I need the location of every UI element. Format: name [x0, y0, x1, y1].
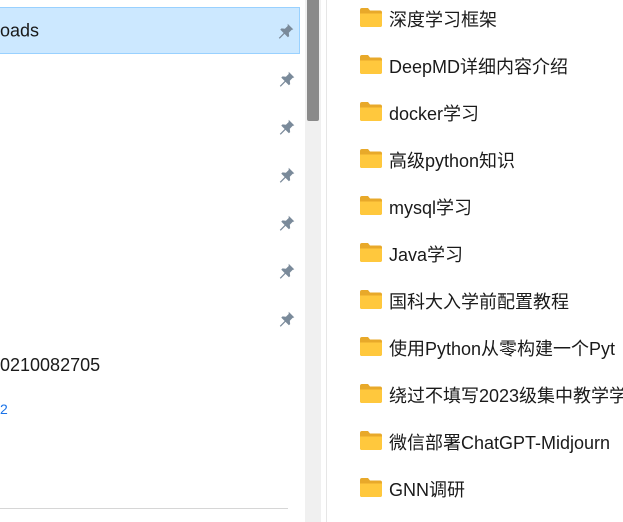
- folder-name: GNN调研: [389, 479, 465, 500]
- pin-icon[interactable]: [278, 118, 296, 136]
- nav-item-label: oads: [0, 20, 40, 40]
- folder-icon: [360, 8, 382, 27]
- folder-icon: [360, 149, 382, 168]
- nav-item-pinned[interactable]: [0, 151, 300, 198]
- folder-name: 绕过不填写2023级集中教学学: [389, 385, 623, 406]
- nav-item-pinned[interactable]: [0, 247, 300, 294]
- pin-icon[interactable]: [278, 70, 296, 88]
- folder-icon: [360, 55, 382, 74]
- folder-icon: [360, 431, 382, 450]
- pin-icon[interactable]: [278, 214, 296, 232]
- folder-item[interactable]: 使用Python从零构建一个Pyt: [327, 324, 623, 371]
- folder-item[interactable]: docker学习: [327, 89, 623, 136]
- folder-name: 使用Python从零构建一个Pyt: [389, 338, 616, 359]
- folder-name: 高级python知识: [389, 150, 516, 171]
- folder-icon: [360, 478, 382, 497]
- folder-name: 深度学习框架: [389, 9, 497, 30]
- folder-icon: [360, 243, 382, 262]
- nav-item-downloads[interactable]: oads: [0, 7, 300, 54]
- folder-item[interactable]: 微信部署ChatGPT-Midjourn: [327, 418, 623, 465]
- folder-icon: [360, 337, 382, 356]
- folder-icon: [360, 290, 382, 309]
- folder-item[interactable]: DeepMD详细内容介绍: [327, 42, 623, 89]
- folder-name: mysql学习: [389, 197, 473, 218]
- folder-name: Java学习: [389, 244, 464, 265]
- folder-name: DeepMD详细内容介绍: [389, 56, 569, 77]
- nav-item-pinned[interactable]: [0, 55, 300, 102]
- folder-name: docker学习: [389, 103, 480, 124]
- nav-item-text[interactable]: 0210082705: [0, 355, 100, 376]
- folder-item[interactable]: 高级python知识: [327, 136, 623, 183]
- folder-icon: [360, 102, 382, 121]
- nav-item-link[interactable]: 2: [0, 401, 8, 417]
- folder-item[interactable]: 国科大入学前配置教程: [327, 277, 623, 324]
- folder-name: 微信部署ChatGPT-Midjourn: [389, 432, 611, 453]
- folder-item[interactable]: mysql学习: [327, 183, 623, 230]
- folder-item[interactable]: GNN调研: [327, 465, 623, 512]
- scrollbar-thumb[interactable]: [307, 0, 319, 121]
- folder-item[interactable]: 深度学习框架: [327, 0, 623, 42]
- navigation-pane: oads 0210082705 2: [0, 0, 305, 522]
- pin-icon[interactable]: [278, 166, 296, 184]
- pin-icon[interactable]: [278, 262, 296, 280]
- folder-name: 国科大入学前配置教程: [389, 291, 569, 312]
- nav-item-pinned[interactable]: [0, 295, 300, 342]
- nav-item-pinned[interactable]: [0, 103, 300, 150]
- pin-icon[interactable]: [277, 22, 295, 40]
- folder-item[interactable]: Java学习: [327, 230, 623, 277]
- nav-item-pinned[interactable]: [0, 199, 300, 246]
- folder-icon: [360, 384, 382, 403]
- folder-icon: [360, 196, 382, 215]
- file-list-pane: 深度学习框架 DeepMD详细内容介绍 docker学习 高级python知识 …: [327, 0, 623, 522]
- folder-item[interactable]: 绕过不填写2023级集中教学学: [327, 371, 623, 418]
- pin-icon[interactable]: [278, 310, 296, 328]
- nav-divider: [0, 508, 288, 509]
